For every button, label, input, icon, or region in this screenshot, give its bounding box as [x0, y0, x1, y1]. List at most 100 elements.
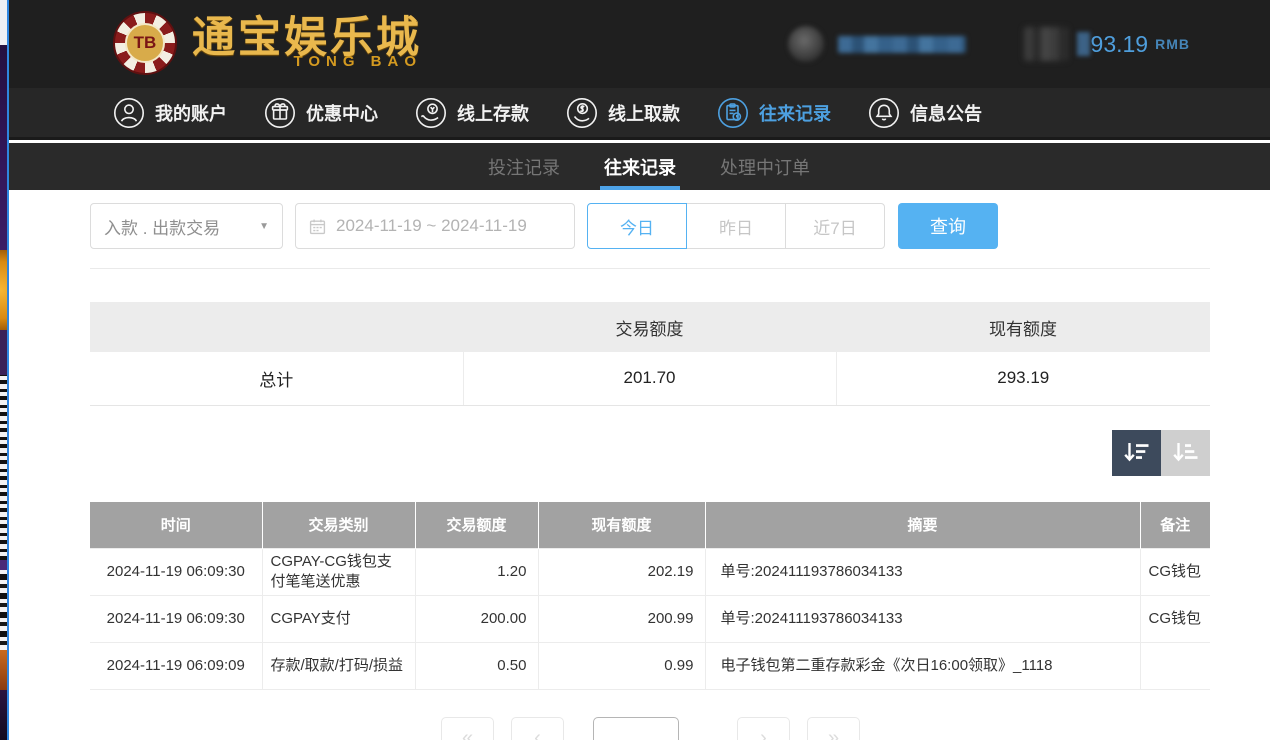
- date-range-input[interactable]: 2024-11-19 ~ 2024-11-19: [295, 203, 575, 249]
- sliver-segment: [0, 690, 7, 740]
- last7days-button[interactable]: 近7日: [785, 203, 885, 249]
- section-divider: [90, 268, 1210, 269]
- gift-icon: [264, 97, 296, 129]
- avatar[interactable]: [788, 26, 824, 62]
- button-label: 今日: [620, 214, 654, 239]
- pagination-glyph: »: [828, 727, 839, 740]
- sliver-qr-segment: [0, 375, 7, 560]
- transactions-table: 时间 交易类别 交易额度 现有额度 摘要 备注 2024-11-19 06:09…: [90, 502, 1210, 691]
- chevron-down-icon: ▼: [259, 221, 269, 232]
- search-button[interactable]: 查询: [898, 203, 998, 249]
- button-label: 近7日: [813, 214, 856, 239]
- cell-type: 存款/取款/打码/损益: [262, 643, 415, 690]
- nav-label: 线上取款: [608, 100, 680, 126]
- brand-logo[interactable]: TB 通宝娱乐城 TONG BAO: [113, 11, 422, 75]
- tab-label: 处理中订单: [720, 154, 810, 180]
- cell-time: 2024-11-19 06:09:30: [90, 596, 262, 643]
- transaction-type-select[interactable]: 入款 . 出款交易 ▼: [90, 203, 283, 249]
- background-page-sliver: [0, 0, 9, 740]
- cell-time: 2024-11-19 06:09:30: [90, 549, 262, 596]
- button-label: 查询: [930, 213, 966, 239]
- nav-item-announcements[interactable]: 信息公告: [868, 97, 982, 129]
- col-header-balance: 现有额度: [538, 502, 705, 549]
- nav-label: 优惠中心: [306, 100, 378, 126]
- summary-total-label: 总计: [90, 352, 463, 405]
- pagination-glyph: ‹: [534, 727, 541, 740]
- deposit-icon: [415, 97, 447, 129]
- quick-date-group: 今日 昨日 近7日: [587, 203, 885, 249]
- summary-current-amount: 293.19: [836, 352, 1210, 405]
- table-row: 2024-11-19 06:09:30 CGPAY支付 200.00 200.9…: [90, 596, 1210, 643]
- cell-type: CGPAY支付: [262, 596, 415, 643]
- select-value: 入款 . 出款交易: [104, 214, 220, 239]
- balance-amount: 93.19: [1091, 31, 1149, 58]
- col-header-time: 时间: [90, 502, 262, 549]
- sliver-segment: [0, 0, 7, 45]
- summary-header-current-amount: 现有额度: [836, 302, 1210, 352]
- nav-item-promotions[interactable]: 优惠中心: [264, 97, 378, 129]
- table-row: 2024-11-19 06:09:09 存款/取款/打码/损益 0.50 0.9…: [90, 643, 1210, 690]
- last-page-button[interactable]: »: [807, 717, 860, 740]
- yesterday-button[interactable]: 昨日: [686, 203, 786, 249]
- sort-ascending-button[interactable]: [1161, 430, 1210, 476]
- sliver-qr-segment: [0, 570, 7, 650]
- nav-label: 我的账户: [155, 100, 227, 126]
- chip-monogram: TB: [125, 23, 165, 63]
- sliver-segment: [0, 250, 7, 330]
- sort-ascending-icon: [1172, 441, 1199, 464]
- col-header-summary: 摘要: [705, 502, 1140, 549]
- sort-descending-icon: [1123, 441, 1150, 464]
- sliver-segment: [0, 45, 7, 250]
- page-number-box[interactable]: [593, 717, 679, 740]
- col-header-amount: 交易额度: [415, 502, 538, 549]
- sliver-segment: [0, 330, 7, 375]
- main-content: 入款 . 出款交易 ▼ 2024-11-19 ~ 2024-11-19 今日 昨…: [90, 190, 1210, 740]
- user-account-area: 93.19 RMB: [788, 26, 1190, 62]
- col-header-note: 备注: [1140, 502, 1210, 549]
- cell-balance: 200.99: [538, 596, 705, 643]
- cell-summary: 电子钱包第二重存款彩金《次日16:00领取》_1118: [705, 643, 1140, 690]
- nav-item-online-withdraw[interactable]: 线上取款: [566, 97, 680, 129]
- blurred-wallet-icon: [1024, 27, 1068, 61]
- today-button[interactable]: 今日: [587, 203, 687, 249]
- cell-note: CG钱包: [1140, 596, 1210, 643]
- blurred-balance-prefix: [1077, 32, 1090, 56]
- cell-balance: 0.99: [538, 643, 705, 690]
- date-range-value: 2024-11-19 ~ 2024-11-19: [336, 216, 527, 236]
- user-icon: [113, 97, 145, 129]
- tab-transaction-records[interactable]: 往来记录: [604, 143, 676, 190]
- cell-amount: 0.50: [415, 643, 538, 690]
- nav-item-online-deposit[interactable]: 线上存款: [415, 97, 529, 129]
- blurred-username: [838, 36, 966, 53]
- next-page-button[interactable]: ›: [737, 717, 790, 740]
- nav-item-my-account[interactable]: 我的账户: [113, 97, 227, 129]
- top-header: TB 通宝娱乐城 TONG BAO 93.19 RMB: [0, 0, 1270, 88]
- cell-balance: 202.19: [538, 549, 705, 596]
- previous-page-button[interactable]: ‹: [511, 717, 564, 740]
- sort-descending-button[interactable]: [1112, 430, 1161, 476]
- nav-label: 线上存款: [457, 100, 529, 126]
- main-navbar: 我的账户 优惠中心 线上存款 线上取款 往来记录: [0, 88, 1270, 140]
- cell-time: 2024-11-19 06:09:09: [90, 643, 262, 690]
- withdraw-icon: [566, 97, 598, 129]
- records-icon: [717, 97, 749, 129]
- cell-note: CG钱包: [1140, 549, 1210, 596]
- summary-transaction-amount: 201.70: [463, 352, 836, 405]
- summary-header-transaction-amount: 交易额度: [463, 302, 836, 352]
- pagination: « ‹ › »: [90, 717, 1210, 740]
- tab-betting-records[interactable]: 投注记录: [488, 143, 560, 190]
- tab-processing-orders[interactable]: 处理中订单: [720, 143, 810, 190]
- cell-note: [1140, 643, 1210, 690]
- balance-currency: RMB: [1155, 36, 1190, 52]
- first-page-button[interactable]: «: [441, 717, 494, 740]
- cell-type: CGPAY-CG钱包支付笔笔送优惠: [262, 549, 415, 596]
- cell-amount: 1.20: [415, 549, 538, 596]
- nav-label: 信息公告: [910, 100, 982, 126]
- cell-summary: 单号:202411193786034133: [705, 596, 1140, 643]
- filter-row: 入款 . 出款交易 ▼ 2024-11-19 ~ 2024-11-19 今日 昨…: [90, 203, 1210, 249]
- tab-label: 往来记录: [604, 154, 676, 180]
- sliver-segment: [0, 560, 7, 570]
- summary-table: 交易额度 现有额度 总计 201.70 293.19: [90, 302, 1210, 406]
- nav-item-transaction-records[interactable]: 往来记录: [717, 97, 831, 129]
- sliver-segment: [0, 650, 7, 690]
